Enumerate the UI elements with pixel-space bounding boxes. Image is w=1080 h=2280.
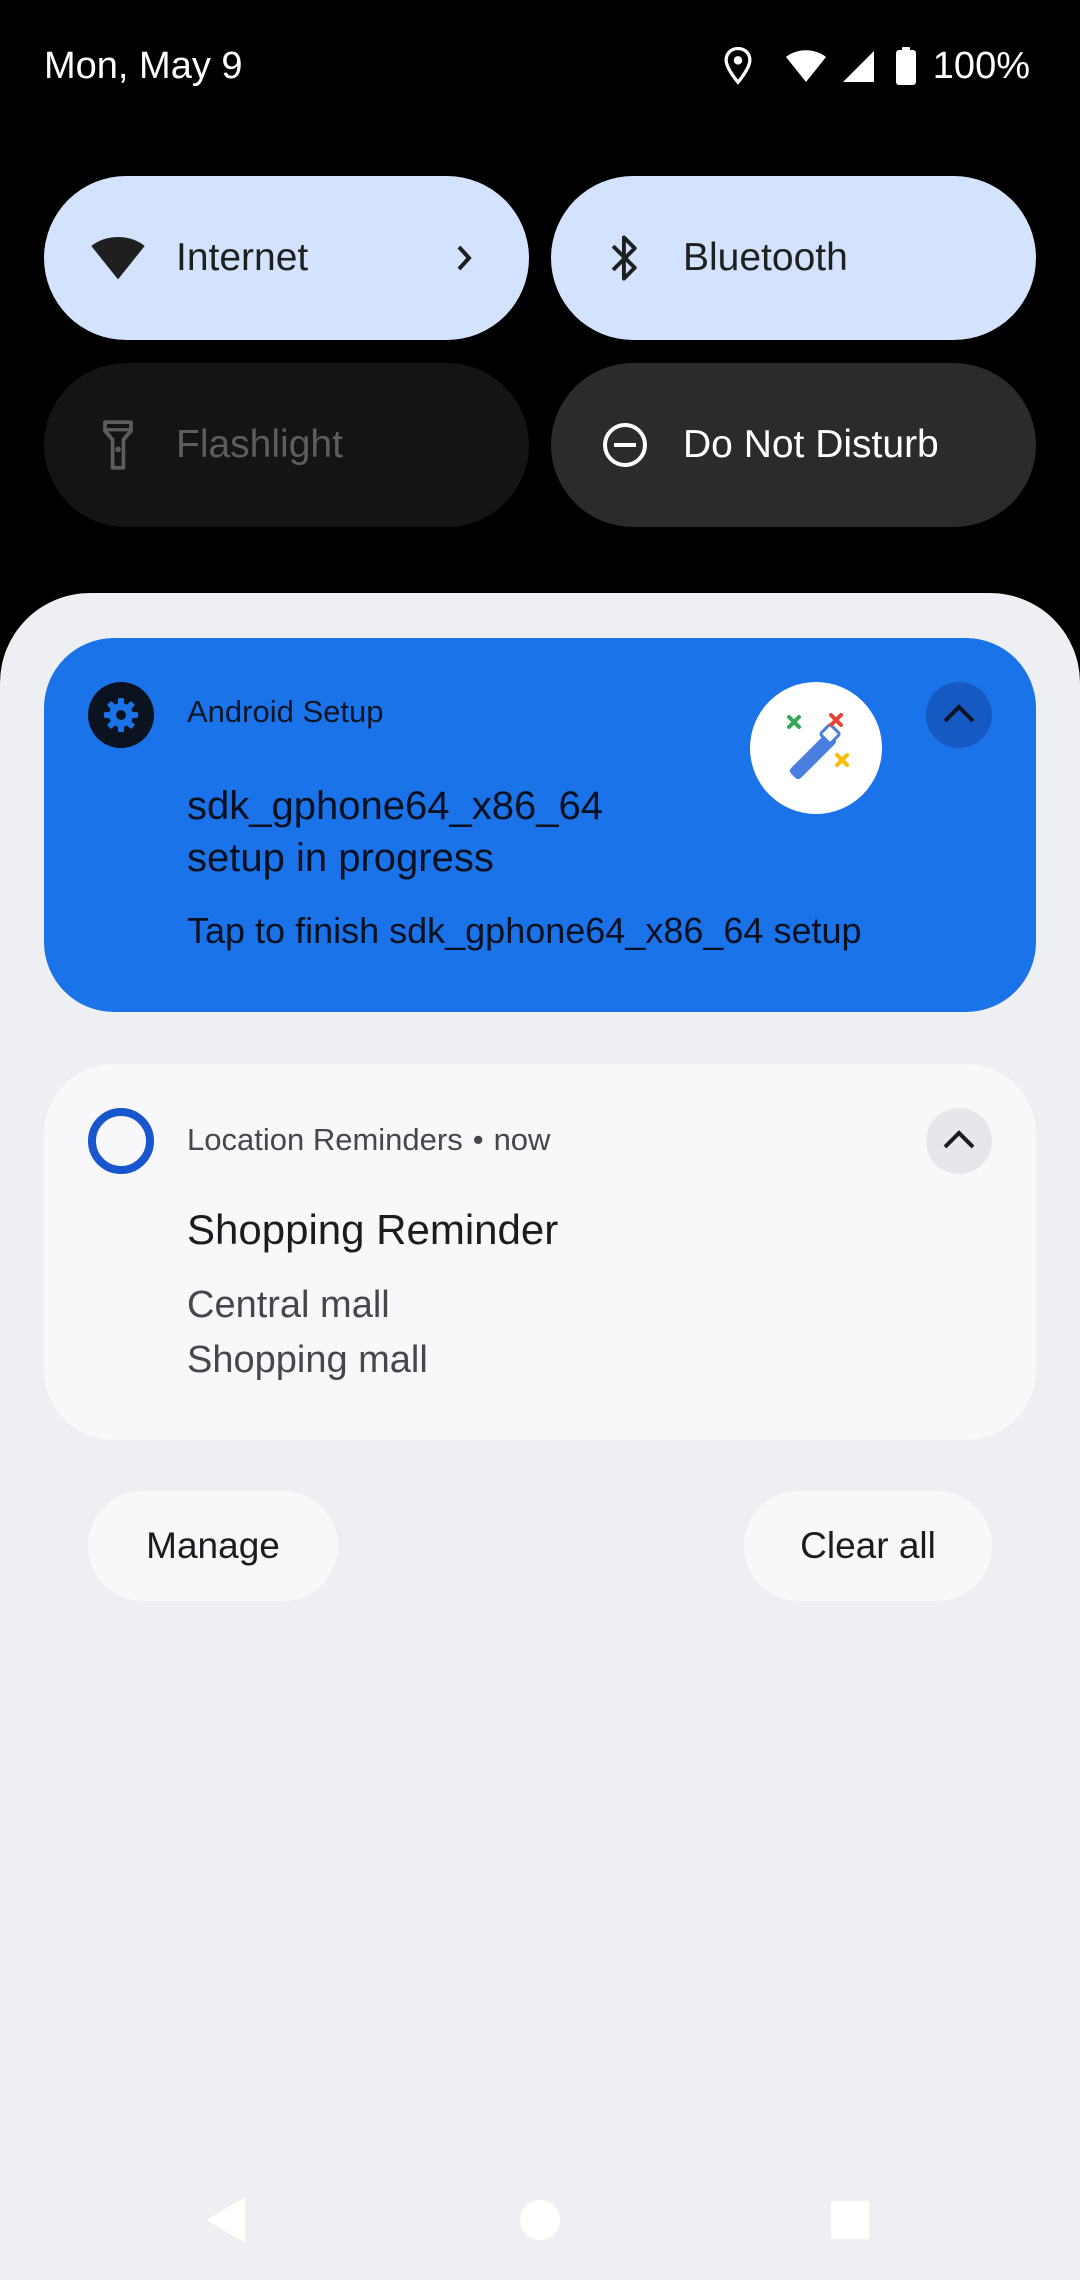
status-date: Mon, May 9: [44, 45, 243, 87]
battery-percentage: 100%: [932, 45, 1030, 87]
notification-header: Location Reminders • now: [187, 1122, 550, 1158]
notification-app-name: Location Reminders: [187, 1122, 463, 1157]
tile-internet-label: Internet: [176, 236, 309, 279]
header-separator: •: [472, 1122, 484, 1157]
reminder-app-icon: [88, 1108, 154, 1174]
notification-text: Tap to finish sdk_gphone64_x86_64 setup: [187, 910, 862, 951]
tile-bluetooth-label: Bluetooth: [683, 236, 848, 279]
tile-bluetooth[interactable]: Bluetooth: [551, 176, 1036, 340]
manage-button[interactable]: Manage: [88, 1491, 338, 1601]
notification-time: now: [493, 1122, 551, 1157]
notification-text-line: Shopping mall: [187, 1339, 428, 1381]
flashlight-icon: [88, 415, 148, 475]
collapse-button[interactable]: [926, 1108, 992, 1174]
cellular-signal-icon: [841, 49, 875, 83]
tile-flashlight[interactable]: Flashlight: [44, 363, 529, 527]
notification-location-reminder[interactable]: Location Reminders • now Shopping Reminder…: [44, 1064, 1036, 1440]
bluetooth-icon: [595, 228, 655, 288]
tile-dnd-label: Do Not Disturb: [683, 423, 939, 466]
notification-title: sdk_gphone64_x86_64 setup in progress: [187, 784, 603, 880]
notification-text-line: Central mall: [187, 1284, 390, 1326]
wifi-icon: [88, 228, 148, 288]
status-icons: 100%: [723, 44, 1030, 88]
chevron-right-icon: [445, 238, 485, 278]
chevron-up-icon: [941, 1127, 977, 1156]
chevron-up-icon: [941, 701, 977, 730]
notification-android-setup[interactable]: Android Setup sdk_gphone64_x86_64 setup …: [44, 638, 1036, 1012]
back-icon[interactable]: [195, 2190, 255, 2250]
battery-icon: [895, 47, 917, 85]
tile-flashlight-label: Flashlight: [176, 423, 343, 466]
clear-all-button[interactable]: Clear all: [744, 1491, 992, 1601]
navigation-bar: [0, 2160, 1080, 2280]
notification-title: Shopping Reminder: [187, 1206, 559, 1253]
collapse-button[interactable]: [926, 682, 992, 748]
settings-gear-icon: [88, 682, 154, 748]
magic-wand-icon: [750, 682, 882, 814]
notification-shade-screen: Mon, May 9 100% Internet Bluetooth Flash…: [0, 0, 1080, 2280]
status-bar: Mon, May 9 100%: [0, 0, 1080, 135]
wifi-icon: [785, 49, 827, 83]
tile-do-not-disturb[interactable]: Do Not Disturb: [551, 363, 1036, 527]
notification-app-name: Android Setup: [187, 694, 384, 729]
tile-internet[interactable]: Internet: [44, 176, 529, 340]
do-not-disturb-icon: [595, 415, 655, 475]
home-icon[interactable]: [510, 2190, 570, 2250]
recents-icon[interactable]: [820, 2190, 880, 2250]
location-icon: [723, 47, 753, 85]
